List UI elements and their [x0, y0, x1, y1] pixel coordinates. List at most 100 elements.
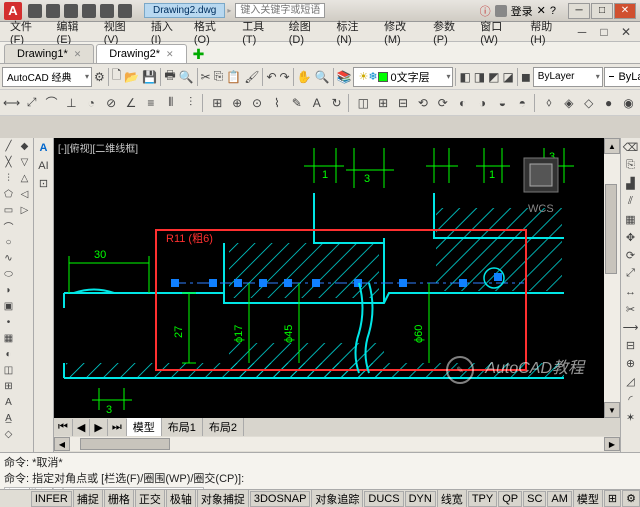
dim-ord-icon[interactable]: ⊥: [62, 93, 81, 113]
status-tpy[interactable]: TPY: [468, 491, 497, 507]
ucs-icon[interactable]: ⬨: [540, 93, 559, 113]
layout-nav-icon[interactable]: ◀: [73, 419, 90, 436]
region-icon[interactable]: ◫: [1, 363, 16, 378]
menu-edit[interactable]: 编辑(E): [51, 16, 98, 48]
dim-tolerance-icon[interactable]: ⊞: [208, 93, 227, 113]
status-dyn[interactable]: DYN: [405, 491, 436, 507]
gear-icon[interactable]: ⚙: [93, 67, 106, 87]
status-ducs[interactable]: DUCS: [364, 491, 403, 507]
scroll-right-icon[interactable]: ▶: [604, 437, 620, 451]
dim-center-icon[interactable]: ⊕: [228, 93, 247, 113]
ellipse-icon[interactable]: ⬭: [1, 267, 16, 282]
dim-text-icon[interactable]: A: [307, 93, 326, 113]
pline-icon[interactable]: ⫶: [1, 171, 16, 186]
explode-icon[interactable]: ✶: [622, 409, 639, 426]
menu-format[interactable]: 格式(O): [188, 16, 236, 48]
menu-draw[interactable]: 绘图(D): [283, 16, 331, 48]
polygon-icon[interactable]: ⬠: [1, 187, 16, 202]
status-otrack[interactable]: 对象追踪: [311, 489, 363, 507]
status-polar[interactable]: 极轴: [166, 489, 196, 507]
layout-tab-model[interactable]: 模型: [127, 417, 162, 437]
text-a-icon[interactable]: A: [35, 139, 52, 156]
view-icon[interactable]: ⊟: [394, 93, 413, 113]
hatch-icon[interactable]: ▦: [1, 331, 16, 346]
view-icon[interactable]: ◑: [473, 93, 492, 113]
move-icon[interactable]: ✥: [622, 229, 639, 246]
scroll-down-icon[interactable]: ▼: [604, 402, 620, 418]
ucs-icon[interactable]: ◈: [559, 93, 578, 113]
status-lwt[interactable]: 线宽: [437, 489, 467, 507]
layer-icon[interactable]: ◧: [458, 67, 471, 87]
tool-icon[interactable]: ◁: [17, 187, 32, 202]
copy-icon[interactable]: ⎘: [213, 67, 225, 87]
layer-combo[interactable]: ☀❄0文字层: [353, 67, 453, 87]
view-icon[interactable]: ◐: [453, 93, 472, 113]
view-icon[interactable]: ◫: [354, 93, 373, 113]
dim-quick-icon[interactable]: ≡: [141, 93, 160, 113]
close-button[interactable]: ✕: [614, 3, 636, 19]
fillet-icon[interactable]: ◜: [622, 391, 639, 408]
save-icon[interactable]: 💾: [141, 67, 158, 87]
menu-tools[interactable]: 工具(T): [236, 16, 283, 48]
doc-min-icon[interactable]: ─: [572, 22, 592, 42]
status-model[interactable]: 模型: [573, 489, 603, 507]
tool-icon[interactable]: △: [17, 171, 32, 186]
dim-update-icon[interactable]: ↻: [327, 93, 346, 113]
dim-aligned-icon[interactable]: ⤢: [22, 93, 41, 113]
status-snap[interactable]: 捕捉: [73, 489, 103, 507]
menu-file[interactable]: 文件(F): [4, 16, 51, 48]
trim-icon[interactable]: ✂: [622, 301, 639, 318]
orbit-icon[interactable]: ⟲: [413, 93, 432, 113]
menu-modify[interactable]: 修改(M): [378, 16, 427, 48]
tab-close-icon[interactable]: ✕: [166, 49, 174, 59]
block-icon[interactable]: ▣: [1, 299, 16, 314]
array-icon[interactable]: ▦: [622, 211, 639, 228]
offset-icon[interactable]: ⫽: [622, 193, 639, 210]
snap-icon[interactable]: ⊡: [35, 175, 52, 192]
new-tab-button[interactable]: ✚: [193, 46, 205, 63]
zoom-icon[interactable]: 🔍: [314, 67, 331, 87]
spline-icon[interactable]: ∿: [1, 251, 16, 266]
lineweight-combo[interactable]: ByLayer: [604, 67, 640, 87]
text-icon[interactable]: A: [1, 395, 16, 410]
scroll-thumb[interactable]: [80, 438, 170, 450]
stretch-icon[interactable]: ↔: [622, 283, 639, 300]
menu-insert[interactable]: 插入(I): [145, 16, 188, 48]
line-icon[interactable]: ╱: [1, 139, 16, 154]
status-ortho[interactable]: 正交: [135, 489, 165, 507]
view-icon[interactable]: ◒: [493, 93, 512, 113]
dim-radius-icon[interactable]: ◔: [82, 93, 101, 113]
status-infer[interactable]: INFER: [31, 491, 72, 507]
render-icon[interactable]: ●: [599, 93, 618, 113]
dim-arc-icon[interactable]: ⌒: [42, 93, 61, 113]
status-icon[interactable]: ⚙: [622, 490, 640, 507]
workspace-combo[interactable]: AutoCAD 经典: [2, 67, 92, 87]
layout-nav-icon[interactable]: ▶: [90, 419, 107, 436]
layer-prop-icon[interactable]: 📚: [336, 67, 353, 87]
new-icon[interactable]: 🗋: [111, 67, 123, 87]
menu-parametric[interactable]: 参数(P): [427, 16, 474, 48]
status-osnap[interactable]: 对象捕捉: [197, 489, 249, 507]
rotate-icon[interactable]: ⟳: [622, 247, 639, 264]
mirror-icon[interactable]: ▟: [622, 175, 639, 192]
ucs-icon[interactable]: ◇: [579, 93, 598, 113]
view-icon[interactable]: ⊞: [374, 93, 393, 113]
status-icon[interactable]: ⊞: [604, 490, 621, 507]
layer-icon[interactable]: ◪: [501, 67, 514, 87]
ellipse-arc-icon[interactable]: ◗: [1, 283, 16, 298]
status-sc[interactable]: SC: [523, 491, 546, 507]
tab-arrow-icon[interactable]: ▸: [227, 6, 231, 15]
doc-tab[interactable]: Drawing1*✕: [4, 44, 94, 63]
status-qp[interactable]: QP: [498, 491, 522, 507]
command-line[interactable]: 命令: *取消* 命令: 指定对角点或 [栏选(F)/圈围(WP)/圈交(CP)…: [0, 452, 640, 489]
scroll-up-icon[interactable]: ▲: [604, 138, 620, 154]
menu-view[interactable]: 视图(V): [98, 16, 145, 48]
open-icon[interactable]: 📂: [123, 67, 140, 87]
linetype-combo[interactable]: ByLayer: [533, 67, 603, 87]
render-icon[interactable]: ◉: [619, 93, 638, 113]
doc-close-icon[interactable]: ✕: [616, 22, 636, 42]
rect-icon[interactable]: ▭: [1, 203, 16, 218]
tab-close-icon[interactable]: ✕: [74, 49, 82, 59]
dim-inspect-icon[interactable]: ⊙: [248, 93, 267, 113]
arc-icon[interactable]: ⌒: [1, 219, 16, 234]
